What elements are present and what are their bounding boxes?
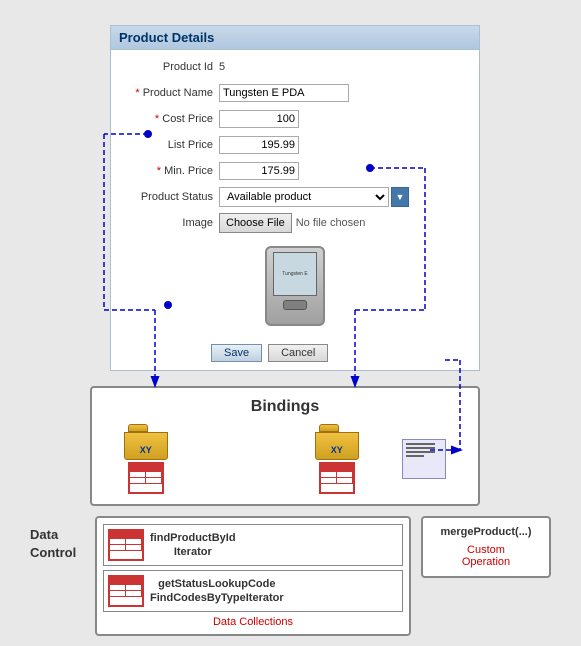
data-collections-panel: findProductByIdIterator getStatusLookupC…: [95, 516, 411, 636]
pda-device-image: Tungsten E: [265, 246, 325, 326]
custom-op-subtitle: CustomOperation: [431, 544, 541, 568]
device-image-area: Tungsten E: [119, 238, 471, 334]
binding-right-icon-group: XY: [315, 424, 359, 494]
data-collections-title: Data Collections: [103, 616, 403, 628]
product-status-label: Product Status: [119, 191, 219, 203]
product-details-header: Product Details: [111, 26, 479, 50]
status-lookup-icon: [108, 575, 144, 607]
custom-op-title: mergeProduct(...): [431, 526, 541, 538]
cost-price-row: * Cost Price: [119, 108, 471, 130]
product-name-label: * Product Name: [119, 87, 219, 99]
bindings-panel: Bindings XY: [90, 386, 480, 506]
pda-button: [283, 300, 307, 310]
find-product-iterator: findProductByIdIterator: [103, 524, 403, 566]
custom-operation-panel: mergeProduct(...) CustomOperation: [421, 516, 551, 578]
xy-folder-icon-right: XY: [315, 424, 359, 460]
no-file-text: No file chosen: [296, 217, 366, 229]
cost-price-label: * Cost Price: [119, 113, 219, 125]
data-control-section: DataControl findProductByIdIterator g: [10, 516, 571, 636]
image-row: Image Choose File No file chosen: [119, 212, 471, 234]
status-lookup-label: getStatusLookupCodeFindCodesByTypeIterat…: [150, 577, 284, 606]
folder-tab-right: [319, 424, 339, 432]
product-id-value: 5: [219, 61, 225, 73]
product-id-row: Product Id 5: [119, 56, 471, 78]
pda-screen: Tungsten E: [273, 252, 317, 296]
list-price-label: List Price: [119, 139, 219, 151]
small-doc-icon: [402, 439, 446, 479]
min-price-label: * Min. Price: [119, 165, 219, 177]
panel-title: Product Details: [119, 30, 214, 45]
data-control-label: DataControl: [30, 516, 85, 562]
product-status-row: Product Status Available product ▼: [119, 186, 471, 208]
bindings-title: Bindings: [102, 398, 468, 416]
product-name-input[interactable]: [219, 84, 349, 102]
product-details-panel: Product Details Product Id 5 * Product N…: [110, 25, 480, 371]
binding-left-icon-group: XY: [124, 424, 168, 494]
save-button[interactable]: Save: [211, 344, 262, 362]
folder-tab: [128, 424, 148, 432]
folder-body: XY: [124, 432, 168, 460]
min-price-input[interactable]: [219, 162, 299, 180]
choose-file-button[interactable]: Choose File: [219, 213, 292, 233]
table-data-icon-left: [128, 462, 164, 494]
product-id-label: Product Id: [119, 61, 219, 73]
min-price-row: * Min. Price: [119, 160, 471, 182]
product-status-select[interactable]: Available product: [219, 187, 389, 207]
product-name-row: * Product Name: [119, 82, 471, 104]
file-input-area: Choose File No file chosen: [219, 213, 365, 233]
form-buttons: Save Cancel: [111, 340, 479, 370]
bindings-inner: XY XY: [102, 424, 468, 494]
xy-folder-icon-left: XY: [124, 424, 168, 460]
list-price-row: List Price: [119, 134, 471, 156]
folder-body-right: XY: [315, 432, 359, 460]
find-product-label: findProductByIdIterator: [150, 531, 236, 560]
image-label: Image: [119, 217, 219, 229]
cost-price-input[interactable]: [219, 110, 299, 128]
table-data-icon-right: [319, 462, 355, 494]
cancel-button[interactable]: Cancel: [268, 344, 328, 362]
list-price-input[interactable]: [219, 136, 299, 154]
pda-screen-text: Tungsten E: [282, 271, 307, 278]
find-product-icon: [108, 529, 144, 561]
dropdown-arrow-icon[interactable]: ▼: [391, 187, 409, 207]
status-lookup-iterator: getStatusLookupCodeFindCodesByTypeIterat…: [103, 570, 403, 612]
